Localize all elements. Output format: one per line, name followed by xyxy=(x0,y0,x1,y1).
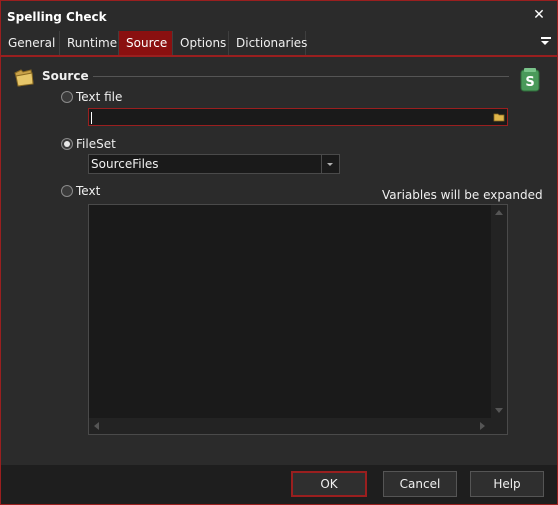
variables-hint: Variables will be expanded xyxy=(382,188,543,202)
text-radio[interactable] xyxy=(61,185,73,197)
text-memo[interactable] xyxy=(88,204,508,435)
svg-text:S: S xyxy=(525,75,534,90)
close-icon[interactable]: ✕ xyxy=(531,7,547,23)
text-caret xyxy=(91,112,92,124)
horizontal-scrollbar[interactable] xyxy=(89,418,507,434)
fileset-radio[interactable] xyxy=(61,138,73,150)
window-title: Spelling Check xyxy=(7,10,107,24)
text-label: Text xyxy=(76,184,101,198)
scroll-right-icon[interactable] xyxy=(480,422,485,430)
tab-dictionaries[interactable]: Dictionaries xyxy=(229,31,307,55)
script-icon: S xyxy=(520,68,540,92)
dialog-window: Spelling Check ✕ General Runtime Source … xyxy=(0,0,558,505)
menu-icon[interactable] xyxy=(541,35,551,49)
title-bar: Spelling Check ✕ xyxy=(1,1,557,31)
browse-folder-icon[interactable] xyxy=(493,111,505,123)
folder-icon xyxy=(14,69,34,87)
source-page: Source S Text file FileSet SourceFiles T… xyxy=(3,57,555,465)
fileset-select[interactable]: SourceFiles xyxy=(88,154,340,174)
fileset-label: FileSet xyxy=(76,137,116,151)
text-file-label: Text file xyxy=(76,90,123,104)
fileset-value: SourceFiles xyxy=(91,157,159,171)
tab-options[interactable]: Options xyxy=(173,31,229,55)
cancel-button[interactable]: Cancel xyxy=(383,471,457,497)
text-file-input[interactable] xyxy=(88,108,508,126)
button-bar: OK Cancel Help xyxy=(1,465,557,504)
tab-runtime[interactable]: Runtime xyxy=(60,31,119,55)
section-divider xyxy=(93,76,509,77)
scroll-left-icon[interactable] xyxy=(94,422,99,430)
help-button[interactable]: Help xyxy=(470,471,544,497)
tab-source[interactable]: Source xyxy=(119,31,173,55)
section-title: Source xyxy=(42,69,89,83)
scroll-up-icon[interactable] xyxy=(495,210,503,215)
vertical-scrollbar[interactable] xyxy=(491,205,507,418)
text-file-radio[interactable] xyxy=(61,91,73,103)
scroll-down-icon[interactable] xyxy=(495,408,503,413)
tab-general[interactable]: General xyxy=(1,31,60,55)
tab-bar: General Runtime Source Options Dictionar… xyxy=(1,31,557,57)
ok-button[interactable]: OK xyxy=(291,471,367,497)
dropdown-arrow-icon[interactable] xyxy=(321,155,339,173)
